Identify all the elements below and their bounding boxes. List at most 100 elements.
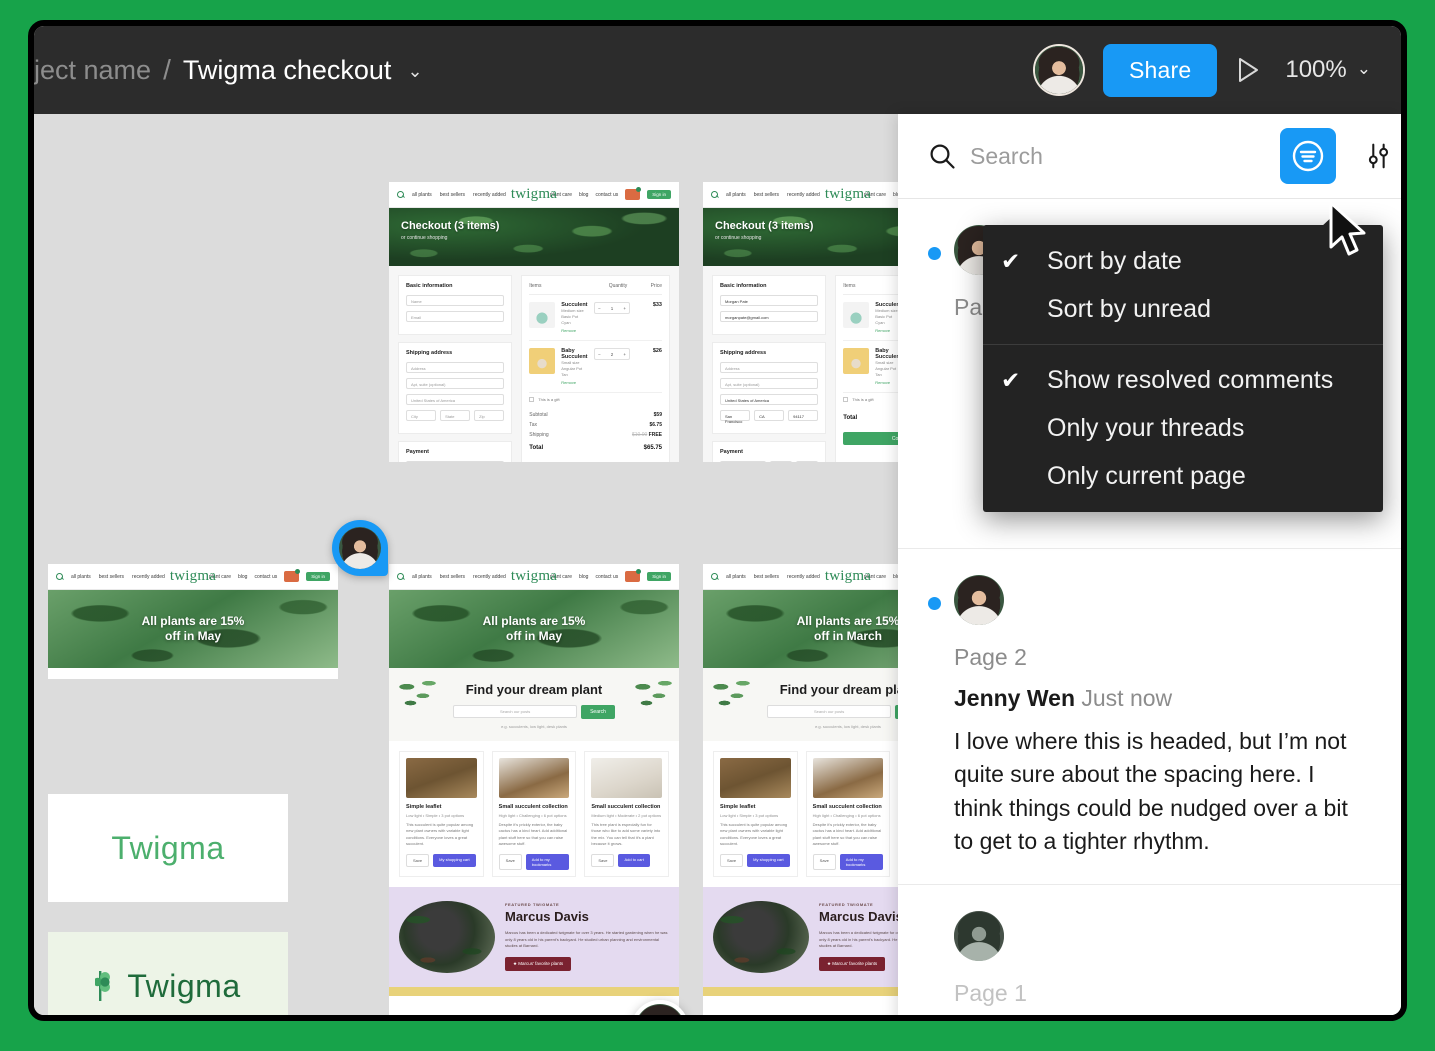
gift-checkbox-label: This is a gift (538, 397, 560, 402)
name-field[interactable]: Name (406, 295, 505, 306)
menu-item-only-current-page[interactable]: Only current page (983, 452, 1383, 500)
list-item[interactable]: Page 1 (898, 885, 1401, 1015)
card-number-field[interactable]: 5204 6133 8299 0240 (720, 461, 767, 462)
save-button[interactable]: Save (406, 853, 430, 867)
zip-field[interactable]: Zip (474, 410, 505, 421)
chevron-down-icon[interactable]: ⌄ (407, 61, 422, 82)
frame-home-may[interactable]: all plants best sellers recently added t… (389, 564, 679, 1015)
plant-search-input[interactable]: Search our posts (767, 705, 892, 718)
featured-plants-button[interactable]: ★ Marcus’ favorite plants (505, 957, 572, 972)
email-field[interactable]: Email (406, 311, 505, 322)
frame-checkout-empty[interactable]: all plants best sellers recently added t… (389, 182, 679, 462)
comment-pin[interactable] (332, 520, 388, 576)
remove-link[interactable]: Remove (561, 328, 588, 333)
add-to-cart-button[interactable]: Add to cart (618, 853, 650, 867)
nav-contact-us: contact us (254, 573, 278, 580)
save-button[interactable]: Save (591, 853, 615, 867)
plant-search-hint: e.g. succulents, low light, desk plants (501, 724, 567, 729)
add-to-cart-button[interactable]: My shopping cart (433, 853, 476, 867)
add-to-cart-button[interactable]: Add to my bookmarks (839, 853, 884, 870)
payment-heading: Payment (720, 449, 743, 455)
menu-item-show-resolved-comments[interactable]: ✔ Show resolved comments (983, 356, 1383, 404)
state-field[interactable]: CA (754, 410, 785, 421)
breadcrumb-project[interactable]: ject name (34, 55, 151, 86)
card-cvc-field[interactable]: 283 (796, 461, 819, 462)
address-field[interactable]: Address (720, 362, 819, 373)
card-expiry-field[interactable]: 02/25 (770, 461, 793, 462)
breadcrumb-file-name[interactable]: Twigma checkout (183, 55, 392, 86)
address-field[interactable]: Address (406, 362, 505, 373)
product-attributes: Small size Angular Pot Tan (561, 360, 583, 377)
quantity-stepper[interactable]: − 2 + (594, 348, 630, 360)
state-field[interactable]: State (440, 410, 471, 421)
list-item[interactable]: Small succulent collection High light • … (805, 751, 891, 877)
checkout-title: Checkout (3 items) (715, 220, 814, 232)
present-play-icon[interactable] (1235, 56, 1261, 84)
decrement-icon[interactable]: − (598, 306, 601, 311)
save-button[interactable]: Save (720, 853, 744, 867)
totals-block: Subtotal $59 Tax $6.75 Shipping $10.00 F… (529, 410, 662, 453)
add-to-cart-button[interactable]: Add to my bookmarks (525, 853, 570, 870)
product-thumbnail (843, 348, 870, 374)
zoom-control[interactable]: 100% ⌄ (1285, 56, 1371, 84)
twigma-logo: twigma (824, 568, 872, 584)
sort-filter-button[interactable] (1280, 128, 1336, 184)
checkbox-icon[interactable] (529, 397, 535, 402)
sort-filter-menu[interactable]: ✔ Sort by date Sort by unread ✔ Show res… (983, 225, 1383, 512)
quantity-value: 2 (610, 351, 614, 357)
quantity-stepper[interactable]: − 1 + (594, 302, 630, 314)
city-state-zip-row: San Francisco CA 94117 (720, 410, 819, 426)
list-item[interactable]: Small succulent collection Medium light … (584, 751, 670, 877)
menu-item-only-your-threads[interactable]: Only your threads (983, 404, 1383, 452)
frame-logo-white[interactable]: Twigma (48, 794, 288, 902)
address2-field[interactable]: Apt, suite (optional) (406, 378, 505, 389)
card-number-field[interactable]: Card number (406, 461, 505, 462)
avatar[interactable] (954, 911, 1004, 962)
product-image (406, 758, 477, 798)
country-field[interactable]: United States of America (406, 394, 505, 405)
zip-field[interactable]: 94117 (788, 410, 819, 421)
name-field[interactable]: Morgan Pate (720, 295, 819, 306)
decrement-icon[interactable]: − (598, 352, 601, 357)
add-to-cart-button[interactable]: My shopping cart (747, 853, 790, 867)
comment-page-label: Page 2 (954, 644, 1027, 670)
save-button[interactable]: Save (812, 853, 836, 870)
menu-item-sort-by-date[interactable]: ✔ Sort by date (983, 237, 1383, 285)
avatar[interactable] (954, 575, 1004, 625)
remove-link[interactable]: Remove (561, 380, 588, 385)
city-field[interactable]: San Francisco (720, 410, 751, 424)
gift-checkbox-row[interactable]: This is a gift (529, 397, 662, 402)
list-item[interactable]: Page 2 Jenny Wen Just now I love where t… (898, 549, 1401, 886)
product-price: $26 (652, 348, 662, 354)
avatar-photo (339, 527, 381, 569)
frame-home-cropped[interactable]: all plants best sellers recently added t… (48, 564, 338, 679)
breadcrumb-separator: / (163, 54, 171, 85)
checkbox-icon[interactable] (843, 397, 849, 402)
product-title: Small succulent collection (591, 804, 661, 810)
list-item[interactable]: Simple leaflet Low light • Simple • 3 po… (399, 751, 484, 877)
increment-icon[interactable]: + (623, 352, 626, 357)
menu-item-sort-by-unread[interactable]: Sort by unread (983, 285, 1383, 333)
plant-search-button[interactable]: Search (581, 705, 615, 719)
product-actions: Save Add to my bookmarks (498, 853, 570, 870)
search-icon (711, 573, 718, 580)
comment-page-label: Page 1 (954, 980, 1027, 1007)
avatar[interactable] (1032, 44, 1085, 96)
list-item[interactable]: Small succulent collection High light • … (491, 751, 577, 877)
save-button[interactable]: Save (498, 853, 522, 870)
address2-field[interactable]: Apt, suite (optional) (720, 378, 819, 389)
list-item[interactable]: Simple leaflet Low light • Simple • 3 po… (713, 751, 798, 877)
frame-logo-mint[interactable]: Twigma (48, 932, 288, 1015)
check-icon: ✔ (1001, 247, 1021, 274)
display-settings-button[interactable] (1350, 128, 1401, 184)
plant-search-input[interactable]: Search our posts (453, 705, 578, 718)
site-nav-right: plant care blog contact us Sign in (550, 569, 671, 582)
email-field[interactable]: morganpate@gmail.com (720, 311, 819, 322)
increment-icon[interactable]: + (623, 306, 626, 311)
share-button[interactable]: Share (1102, 43, 1218, 97)
search-input[interactable] (970, 142, 1266, 170)
featured-plants-button[interactable]: ★ Marcus’ favorite plants (819, 957, 886, 972)
nav-recently-added: recently added (787, 573, 820, 580)
country-field[interactable]: United States of America (720, 394, 819, 405)
city-field[interactable]: City (406, 410, 437, 421)
